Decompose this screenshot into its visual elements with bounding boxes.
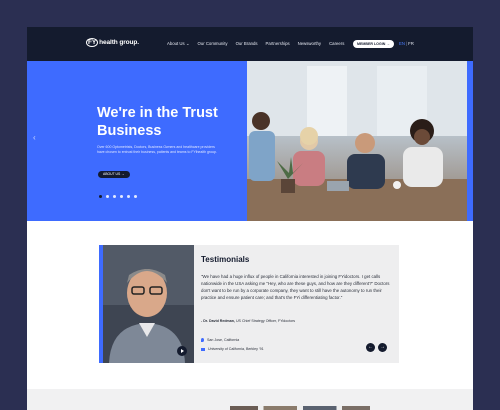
menu-item-partnerships[interactable]: Partnerships [266, 41, 290, 47]
lang-fr-link[interactable]: FR [408, 41, 414, 46]
next-section-strip [27, 389, 473, 410]
play-video-icon[interactable] [177, 346, 187, 356]
testimonial-author: - Dr. David Redman, US Chief Strategy Of… [201, 319, 295, 323]
hero-prev-arrow-icon[interactable]: ‹ [33, 133, 36, 142]
language-switcher: EN|FR [399, 41, 414, 46]
lang-en-link[interactable]: EN [399, 41, 405, 46]
slide-dot-2[interactable] [106, 195, 109, 198]
slide-dot-1[interactable] [99, 195, 102, 198]
testimonial-photo [99, 245, 194, 363]
website-page: FY health group. About Us ⌄ Our Community… [27, 27, 473, 410]
testimonial-navigation: ← → [366, 343, 387, 352]
slide-dot-4[interactable] [120, 195, 123, 198]
testimonial-prev-button[interactable]: ← [366, 343, 375, 352]
graduation-cap-icon [201, 347, 205, 351]
menu-item-about-us[interactable]: About Us ⌄ [167, 41, 189, 47]
menu-item-our-community[interactable]: Our Community [197, 41, 227, 47]
education-text: University of California, Berkley '91 [208, 347, 264, 351]
hero-title: We're in the Trust Business [97, 105, 218, 139]
hero-description: Over 600 Optometrists, Doctors, Business… [97, 145, 217, 154]
top-navigation-bar: FY health group. About Us ⌄ Our Community… [27, 27, 473, 61]
testimonial-location: San Jose, California [201, 338, 239, 342]
testimonial-education: University of California, Berkley '91 [201, 347, 264, 351]
site-logo[interactable]: FY health group. [86, 38, 139, 47]
testimonial-next-button[interactable]: → [378, 343, 387, 352]
hero-panel: ‹ We're in the Trust Business Over 600 O… [27, 61, 247, 221]
hero-photo-meeting [247, 61, 473, 221]
menu-item-our-brands[interactable]: Our Brands [236, 41, 258, 47]
author-role: US Chief Strategy Officer, FYidoctors [234, 319, 296, 323]
lang-separator: | [405, 41, 408, 46]
next-section-image-row [230, 406, 370, 410]
testimonial-photo-accent [99, 245, 103, 363]
location-text: San Jose, California [207, 338, 240, 342]
menu-item-newsworthy[interactable]: Newsworthy [298, 41, 321, 47]
slide-dot-6[interactable] [134, 195, 137, 198]
member-login-button[interactable]: MEMBER LOGIN → [353, 40, 394, 48]
about-us-button[interactable]: ABOUT US → [98, 171, 130, 178]
testimonial-quote: "We have had a huge influx of people in … [201, 274, 390, 300]
slide-dot-5[interactable] [127, 195, 130, 198]
hero-slide-dots [99, 195, 137, 198]
logo-fy-mark: FY [86, 38, 99, 47]
hero-photo-illustration [247, 61, 473, 221]
location-pin-icon [201, 338, 204, 342]
menu-item-careers[interactable]: Careers [329, 41, 344, 47]
testimonials-heading: Testimonials [201, 255, 250, 264]
main-menu: About Us ⌄ Our Community Our Brands Part… [167, 41, 344, 47]
hero-right-accent-strip [467, 61, 473, 221]
author-name: - Dr. David Redman, [201, 319, 235, 323]
logo-text: health group. [99, 39, 139, 46]
slide-dot-3[interactable] [113, 195, 116, 198]
